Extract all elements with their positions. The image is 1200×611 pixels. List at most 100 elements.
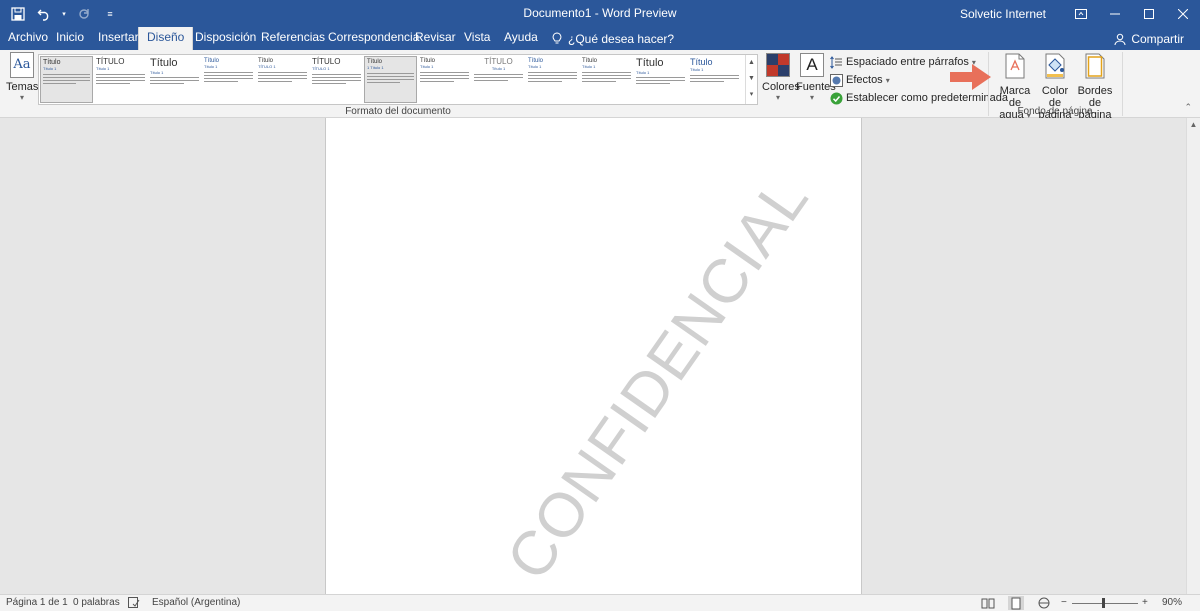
style-set-item[interactable]: Título Título 1 [202, 56, 255, 103]
checkmark-icon [830, 92, 843, 104]
themes-button[interactable]: Aa Temas ▾ [6, 52, 38, 102]
chevron-up-icon[interactable]: ▲ [746, 55, 757, 71]
chevron-down-icon[interactable]: ▼ [746, 71, 757, 87]
tab-ayuda[interactable]: Ayuda [496, 27, 546, 50]
tab-inicio[interactable]: Inicio [48, 27, 92, 50]
paint-bucket-icon [1045, 53, 1065, 79]
title-bar: ▾ ≡ Documento1 - Word Preview Solvetic I… [0, 0, 1200, 27]
zoom-slider-thumb[interactable] [1102, 598, 1105, 608]
style-set-item[interactable]: Título Título 1 [688, 56, 741, 103]
set-as-default-label: Establecer como predeterminada [846, 92, 1009, 104]
chevron-down-icon: ▾ [19, 93, 24, 102]
font-icon: A [800, 53, 824, 77]
style-set-item[interactable]: Título TÍTULO 1 [256, 56, 309, 103]
colors-label: Colores [762, 81, 800, 93]
ribbon-design: Aa Temas ▾ Título Título 1 TÍTULO Título… [0, 50, 1200, 132]
fonts-label: Fuentes [796, 81, 836, 93]
person-icon [1114, 33, 1126, 45]
watermark-icon [1005, 53, 1025, 79]
set-as-default-button[interactable]: Establecer como predeterminada [830, 89, 1008, 107]
gallery-scrollbar[interactable]: ▲ ▼ ▾ [745, 55, 757, 104]
style-set-heading: Título 1 [491, 66, 506, 72]
tab-vista[interactable]: Vista [456, 27, 498, 50]
more-icon[interactable]: ▾ [746, 87, 757, 103]
style-set-heading: Título 1 [528, 64, 542, 70]
group-label-document-format: Formato del documento [345, 106, 451, 117]
chevron-down-icon: ▾ [809, 93, 814, 102]
style-set-heading: TÍTULO 1 [258, 64, 276, 70]
style-set-heading: Título 1 [690, 67, 704, 73]
proofing-icon[interactable] [128, 597, 140, 611]
user-name[interactable]: Solvetic Internet [960, 7, 1046, 21]
paragraph-spacing-icon [830, 55, 842, 69]
web-layout-icon[interactable] [1036, 596, 1052, 610]
word-count[interactable]: 0 palabras [73, 597, 120, 608]
effects-icon [830, 73, 843, 87]
zoom-out-icon[interactable]: − [1061, 597, 1067, 608]
style-set-title: Título [636, 57, 664, 69]
style-set-item[interactable]: Título Título 1 [40, 56, 93, 103]
style-set-heading: Título 1 [420, 64, 434, 70]
maximize-icon[interactable] [1132, 0, 1166, 27]
style-set-item[interactable]: Título Título 1 [148, 56, 201, 103]
style-set-item[interactable]: Título 1 Título 1 [364, 56, 417, 103]
chevron-down-icon: ▾ [885, 75, 890, 85]
themes-icon: Aa [10, 52, 34, 78]
fonts-button[interactable]: A Fuentes ▾ [796, 53, 836, 105]
ribbon-display-options-icon[interactable] [1064, 0, 1098, 27]
effects-label: Efectos [846, 74, 883, 86]
style-set-item[interactable]: TÍTULO TÍTULO 1 [310, 56, 363, 103]
style-set-title: TÍTULO [96, 57, 125, 66]
style-set-heading: Título 1 [96, 66, 110, 72]
group-separator [1122, 52, 1123, 116]
style-set-title: Título [690, 57, 713, 67]
style-set-title: TÍTULO [312, 57, 341, 66]
page-borders-label-line1: Bordes [1077, 85, 1113, 97]
style-set-item[interactable]: Título Título 1 [580, 56, 633, 103]
style-set-item[interactable]: TÍTULO Título 1 [472, 56, 525, 103]
style-set-item[interactable]: Título Título 1 [634, 56, 687, 103]
style-set-heading: Título 1 [582, 64, 596, 70]
minimize-icon[interactable] [1098, 0, 1132, 27]
page-borders-icon [1085, 53, 1105, 79]
style-set-title: TÍTULO [484, 57, 513, 66]
scroll-up-icon[interactable]: ▲ [1187, 118, 1200, 132]
watermark-text: CONFIDENCIAL [493, 164, 822, 593]
print-layout-icon[interactable] [1008, 596, 1024, 610]
group-label-page-background: Fondo de página [1017, 106, 1093, 117]
tell-me-text: ¿Qué desea hacer? [568, 31, 675, 46]
lightbulb-icon [552, 32, 562, 44]
tab-diseno[interactable]: Diseño [138, 27, 194, 50]
chevron-down-icon: ▾ [775, 93, 780, 102]
zoom-level[interactable]: 90% [1162, 597, 1182, 608]
document-format-gallery: Título Título 1 TÍTULO Título 1 Título T… [38, 54, 758, 105]
style-set-item[interactable]: Título Título 1 [418, 56, 471, 103]
style-set-heading: Título 1 [150, 69, 164, 75]
arrow-annotation-icon [950, 64, 991, 90]
style-set-heading: Título 1 [43, 66, 57, 72]
vertical-scrollbar[interactable]: ▲ [1186, 118, 1200, 594]
read-mode-icon[interactable] [980, 596, 996, 610]
tell-me-box[interactable]: ¿Qué desea hacer? [552, 27, 674, 50]
page-count[interactable]: Página 1 de 1 [6, 597, 68, 608]
zoom-slider[interactable] [1072, 603, 1138, 604]
share-label: Compartir [1131, 31, 1184, 46]
document-page[interactable]: CONFIDENCIAL [325, 118, 862, 594]
colors-button[interactable]: Colores ▾ [762, 53, 800, 105]
style-set-item[interactable]: Título Título 1 [526, 56, 579, 103]
close-icon[interactable] [1166, 0, 1200, 27]
style-set-heading: Título 1 [204, 64, 218, 70]
themes-label: Temas [6, 81, 39, 93]
style-set-heading: TÍTULO 1 [312, 66, 330, 72]
language[interactable]: Español (Argentina) [152, 597, 240, 608]
style-set-item[interactable]: TÍTULO Título 1 [94, 56, 147, 103]
zoom-in-icon[interactable]: + [1142, 597, 1148, 608]
share-button[interactable]: Compartir [1114, 27, 1184, 50]
style-set-title: Título [43, 59, 61, 66]
style-set-title: Título [150, 57, 178, 69]
collapse-ribbon-icon[interactable]: ⌃ [1184, 102, 1192, 113]
style-set-heading: 1 Título 1 [367, 65, 384, 71]
document-area: CONFIDENCIAL [0, 118, 1186, 594]
color-palette-icon [766, 53, 790, 77]
style-set-heading: Título 1 [636, 69, 650, 75]
